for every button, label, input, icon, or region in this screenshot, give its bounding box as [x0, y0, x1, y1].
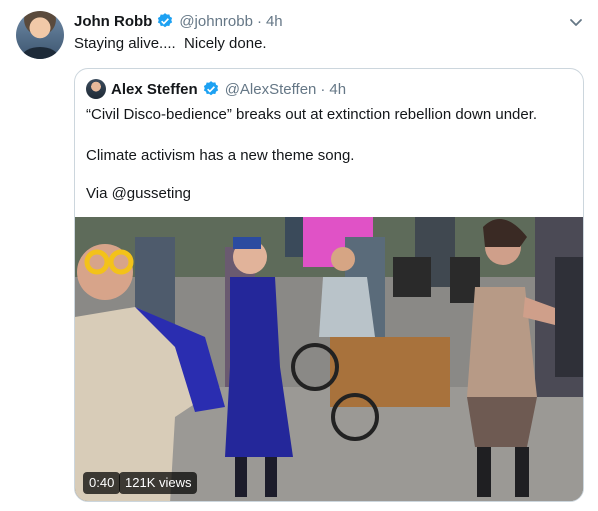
separator-dot: ·	[256, 12, 262, 30]
verified-badge-icon	[158, 13, 173, 28]
author-avatar[interactable]	[16, 11, 64, 59]
tweet[interactable]: John Robb @johnrobb · 4h Staying alive..…	[0, 0, 598, 511]
quote-text-line: Via @gusseting	[86, 185, 192, 202]
quoted-tweet[interactable]: Alex Steffen @AlexSteffen · 4h “Civil Di…	[74, 68, 584, 502]
verified-badge-icon	[203, 81, 218, 96]
quote-timestamp[interactable]: 4h	[329, 81, 346, 98]
video-frame	[75, 217, 583, 501]
video-views-badge: 121K views	[119, 472, 198, 494]
quote-text-line: “Civil Disco-bedience” breaks out at ext…	[86, 106, 538, 123]
video-player[interactable]: 0:40 121K views	[75, 217, 583, 501]
quote-author-avatar[interactable]	[86, 79, 106, 99]
quote-header: Alex Steffen @AlexSteffen · 4h	[86, 79, 346, 99]
tweet-timestamp[interactable]: 4h	[266, 13, 283, 30]
author-handle[interactable]: @johnrobb	[179, 13, 253, 30]
quote-text-line: Climate activism has a new theme song.	[86, 147, 355, 164]
tweet-text: Staying alive.... Nicely done.	[74, 35, 267, 52]
tweet-header: John Robb @johnrobb · 4h	[74, 11, 283, 31]
separator-dot: ·	[320, 80, 326, 98]
quote-author-handle[interactable]: @AlexSteffen	[225, 81, 317, 98]
author-name[interactable]: John Robb	[74, 13, 152, 30]
chevron-down-icon[interactable]	[566, 12, 586, 32]
video-duration-badge: 0:40	[83, 472, 121, 494]
quote-author-name[interactable]: Alex Steffen	[111, 81, 198, 98]
